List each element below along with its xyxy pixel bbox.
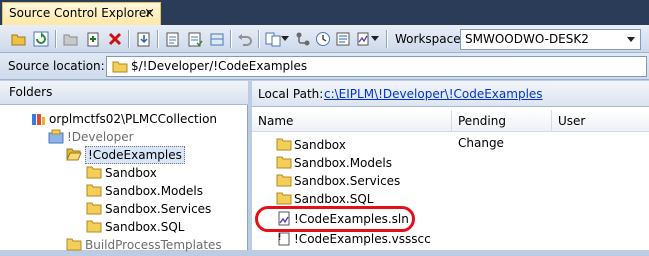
local-path-label: Local Path:: [258, 87, 324, 101]
list-item-name: Sandbox: [294, 138, 346, 152]
folder-icon: [86, 183, 102, 202]
folder-icon: [66, 237, 82, 256]
source-location-bar: Source location: $/!Developer/!CodeExamp…: [0, 53, 649, 80]
folder-icon: [86, 201, 102, 220]
document-tab-strip: Source Control Explorer ×: [0, 0, 649, 25]
refresh-icon[interactable]: [32, 30, 50, 48]
highlight-annotation: [255, 206, 415, 232]
toolbar-separator: [55, 30, 56, 48]
folder-open-icon[interactable]: [10, 30, 28, 48]
tree-item-label: Sandbox: [105, 166, 157, 180]
branch-icon[interactable]: [294, 30, 312, 48]
server-collection-icon: [30, 111, 46, 132]
toolbar-separator: [128, 30, 129, 48]
properties-icon[interactable]: [334, 30, 352, 48]
column-header-user[interactable]: User: [552, 110, 649, 132]
tree-item-label: Sandbox.Models: [105, 184, 203, 198]
delete-icon[interactable]: [106, 30, 124, 48]
toolbar-separator: [258, 30, 259, 48]
folder-open-icon: [66, 147, 82, 166]
tree-item-label: orplmctfs02\PLMCCollection: [49, 112, 218, 126]
folder-icon: [86, 165, 102, 184]
workspace-value: SMWOODWO-DESK2: [465, 32, 589, 46]
column-header-row: Name Pending Change User: [252, 110, 649, 150]
svg-text:!: !: [278, 233, 282, 243]
toolbar-separator: [230, 30, 231, 48]
list-item-name: Sandbox.Services: [294, 174, 401, 188]
shelve-icon[interactable]: [208, 30, 226, 48]
local-path-bar: Local Path: c:\EIPLM\!Developer\!CodeExa…: [252, 81, 649, 107]
folders-pane: Folders orplmctfs02\PLMCCollection !Deve…: [0, 81, 248, 252]
column-header-name[interactable]: Name: [252, 110, 452, 132]
workspace-label: Workspace:: [395, 32, 465, 46]
get-latest-icon[interactable]: [135, 30, 153, 48]
folder-icon: [276, 155, 292, 174]
toolbar: Workspace: SMWOODWO-DESK2: [0, 25, 649, 53]
close-icon[interactable]: ×: [144, 3, 155, 24]
source-location-input[interactable]: $/!Developer/!CodeExamples: [106, 56, 647, 77]
tab-title: Source Control Explorer: [9, 6, 152, 20]
chevron-down-icon[interactable]: [280, 30, 290, 48]
folder-icon: [112, 60, 128, 79]
toolbar-separator: [386, 30, 387, 48]
tree-item-label: Sandbox.SQL: [105, 220, 185, 234]
tree-item-label: !Developer: [67, 130, 134, 144]
workspace-select[interactable]: SMWOODWO-DESK2: [460, 29, 641, 50]
chevron-down-icon[interactable]: [623, 31, 638, 48]
local-path-link[interactable]: c:\EIPLM\!Developer\!CodeExamples: [324, 87, 543, 101]
tree-item-label: !CodeExamples: [85, 146, 185, 164]
vssscc-file-icon: !: [276, 231, 292, 252]
team-project-icon: [48, 129, 64, 150]
source-location-path: $/!Developer/!CodeExamples: [131, 59, 308, 73]
column-header-pending-change[interactable]: Pending Change: [452, 110, 552, 150]
new-folder-icon[interactable]: [62, 30, 80, 48]
list-item-name: !CodeExamples.vssscc: [294, 232, 431, 246]
list-item-name: Sandbox.Models: [294, 156, 392, 170]
folders-header: Folders: [0, 81, 248, 105]
undo-icon[interactable]: [236, 30, 254, 48]
source-location-label: Source location:: [8, 59, 105, 73]
checkout-icon[interactable]: [164, 30, 182, 48]
tab-source-control-explorer[interactable]: Source Control Explorer ×: [2, 2, 161, 25]
tree-item-label: BuildProcessTemplates: [85, 238, 222, 252]
tree-item-label: Sandbox.Services: [105, 202, 212, 216]
folder-icon: [276, 173, 292, 192]
toolbar-separator: [157, 30, 158, 48]
add-files-icon[interactable]: [84, 30, 102, 48]
chevron-down-icon[interactable]: [370, 30, 380, 48]
history-icon[interactable]: [314, 30, 332, 48]
folder-icon: [276, 137, 292, 156]
checkin-icon[interactable]: [186, 30, 204, 48]
